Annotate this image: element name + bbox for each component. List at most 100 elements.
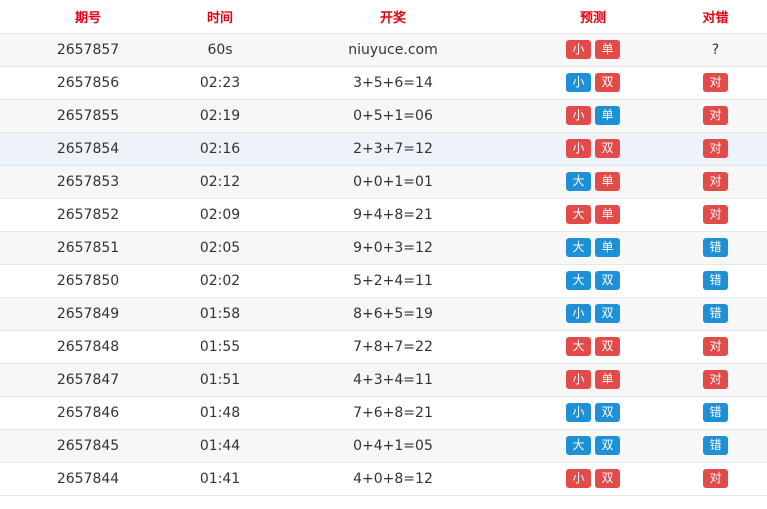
draw-time: 01:55 xyxy=(199,338,241,355)
size-prediction-badge: 大 xyxy=(566,205,591,224)
size-prediction-badge: 大 xyxy=(566,271,591,290)
table-row: 2657851 02:05 9+0+3=12 大单 错 xyxy=(0,231,767,264)
draw-result: 3+5+6=14 xyxy=(353,74,433,91)
verdict-badge: 对 xyxy=(703,139,728,158)
draw-time: 02:09 xyxy=(199,206,241,223)
size-prediction-badge: 小 xyxy=(566,304,591,323)
prediction-cell: 大单 xyxy=(522,231,664,264)
verdict-badge: 错 xyxy=(703,271,728,290)
draw-result: 0+4+1=05 xyxy=(353,437,433,454)
issue-number: 2657849 xyxy=(56,305,120,322)
issue-number: 2657850 xyxy=(56,272,120,289)
parity-prediction-badge: 单 xyxy=(595,172,620,191)
verdict-cell: ? xyxy=(664,33,767,66)
size-prediction-badge: 小 xyxy=(566,469,591,488)
draw-time: 02:23 xyxy=(199,74,241,91)
verdict-cell: 错 xyxy=(664,429,767,462)
header-result: 开奖 xyxy=(264,0,522,34)
size-prediction-badge: 大 xyxy=(566,436,591,455)
issue-number: 2657857 xyxy=(56,41,120,58)
table-row: 2657856 02:23 3+5+6=14 小双 对 xyxy=(0,66,767,99)
draw-time: 01:51 xyxy=(199,371,241,388)
parity-prediction-badge: 双 xyxy=(595,139,620,158)
verdict-badge: 对 xyxy=(703,172,728,191)
parity-prediction-badge: 双 xyxy=(595,304,620,323)
results-table: 期号 时间 开奖 预测 对错 2657857 60s niuyuce.com 小单? 2… xyxy=(0,0,767,496)
issue-number: 2657847 xyxy=(56,371,120,388)
issue-number: 2657848 xyxy=(56,338,120,355)
draw-result: 7+6+8=21 xyxy=(353,404,433,421)
draw-time: 02:02 xyxy=(199,272,241,289)
verdict-cell: 对 xyxy=(664,99,767,132)
prediction-cell: 大双 xyxy=(522,264,664,297)
verdict-cell: 错 xyxy=(664,231,767,264)
prediction-cell: 大双 xyxy=(522,429,664,462)
size-prediction-badge: 大 xyxy=(566,238,591,257)
verdict-badge: 对 xyxy=(703,337,728,356)
draw-time: 01:44 xyxy=(199,437,241,454)
prediction-cell: 小双 xyxy=(522,132,664,165)
issue-number: 2657855 xyxy=(56,107,120,124)
verdict-badge: 对 xyxy=(703,205,728,224)
draw-result: 9+4+8=21 xyxy=(353,206,433,223)
prediction-cell: 大单 xyxy=(522,165,664,198)
verdict-badge: 对 xyxy=(703,73,728,92)
header-row: 期号 时间 开奖 预测 对错 xyxy=(0,0,767,34)
parity-prediction-badge: 双 xyxy=(595,403,620,422)
verdict-cell: 对 xyxy=(664,198,767,231)
issue-number: 2657856 xyxy=(56,74,120,91)
table-row: 2657845 01:44 0+4+1=05 大双 错 xyxy=(0,429,767,462)
parity-prediction-badge: 单 xyxy=(595,205,620,224)
table-row: 2657847 01:51 4+3+4=11 小单 对 xyxy=(0,363,767,396)
parity-prediction-badge: 单 xyxy=(595,370,620,389)
prediction-cell: 大单 xyxy=(522,198,664,231)
issue-number: 2657844 xyxy=(56,470,120,487)
prediction-cell: 小单 xyxy=(522,363,664,396)
draw-time: 02:05 xyxy=(199,239,241,256)
draw-time: 02:16 xyxy=(199,140,241,157)
header-prediction: 预测 xyxy=(522,0,664,34)
prediction-cell: 小双 xyxy=(522,462,664,495)
table-row: 2657848 01:55 7+8+7=22 大双 对 xyxy=(0,330,767,363)
issue-number: 2657854 xyxy=(56,140,120,157)
verdict-cell: 错 xyxy=(664,396,767,429)
draw-result: 4+3+4=11 xyxy=(353,371,433,388)
prediction-cell: 小双 xyxy=(522,297,664,330)
verdict-cell: 对 xyxy=(664,330,767,363)
parity-prediction-badge: 双 xyxy=(595,73,620,92)
prediction-cell: 小单 xyxy=(522,33,664,66)
verdict-badge: 对 xyxy=(703,106,728,125)
verdict-cell: 对 xyxy=(664,363,767,396)
verdict-badge: 错 xyxy=(703,436,728,455)
verdict-badge: 错 xyxy=(703,304,728,323)
draw-result: 0+0+1=01 xyxy=(353,173,433,190)
header-issue: 期号 xyxy=(0,0,176,34)
table-row: 2657853 02:12 0+0+1=01 大单 对 xyxy=(0,165,767,198)
draw-time: 60s xyxy=(207,41,233,58)
header-correct: 对错 xyxy=(664,0,767,34)
verdict-badge: 错 xyxy=(703,238,728,257)
draw-result: 2+3+7=12 xyxy=(353,140,433,157)
table-row: 2657846 01:48 7+6+8=21 小双 错 xyxy=(0,396,767,429)
prediction-cell: 小双 xyxy=(522,396,664,429)
table-row: 2657849 01:58 8+6+5=19 小双 错 xyxy=(0,297,767,330)
draw-result: 4+0+8=12 xyxy=(353,470,433,487)
parity-prediction-badge: 双 xyxy=(595,271,620,290)
parity-prediction-badge: 双 xyxy=(595,469,620,488)
draw-time: 02:19 xyxy=(199,107,241,124)
issue-number: 2657851 xyxy=(56,239,120,256)
verdict-badge: 错 xyxy=(703,403,728,422)
prediction-cell: 大双 xyxy=(522,330,664,363)
table-row: 2657855 02:19 0+5+1=06 小单 对 xyxy=(0,99,767,132)
verdict-cell: 错 xyxy=(664,264,767,297)
parity-prediction-badge: 单 xyxy=(595,40,620,59)
draw-result: niuyuce.com xyxy=(348,41,438,58)
pending-verdict: ? xyxy=(711,41,720,58)
draw-result: 5+2+4=11 xyxy=(353,272,433,289)
table-header: 期号 时间 开奖 预测 对错 xyxy=(0,0,767,34)
issue-number: 2657845 xyxy=(56,437,120,454)
draw-time: 01:48 xyxy=(199,404,241,421)
verdict-badge: 对 xyxy=(703,370,728,389)
table-row: 2657857 60s niuyuce.com 小单? xyxy=(0,33,767,66)
draw-result: 8+6+5=19 xyxy=(353,305,433,322)
